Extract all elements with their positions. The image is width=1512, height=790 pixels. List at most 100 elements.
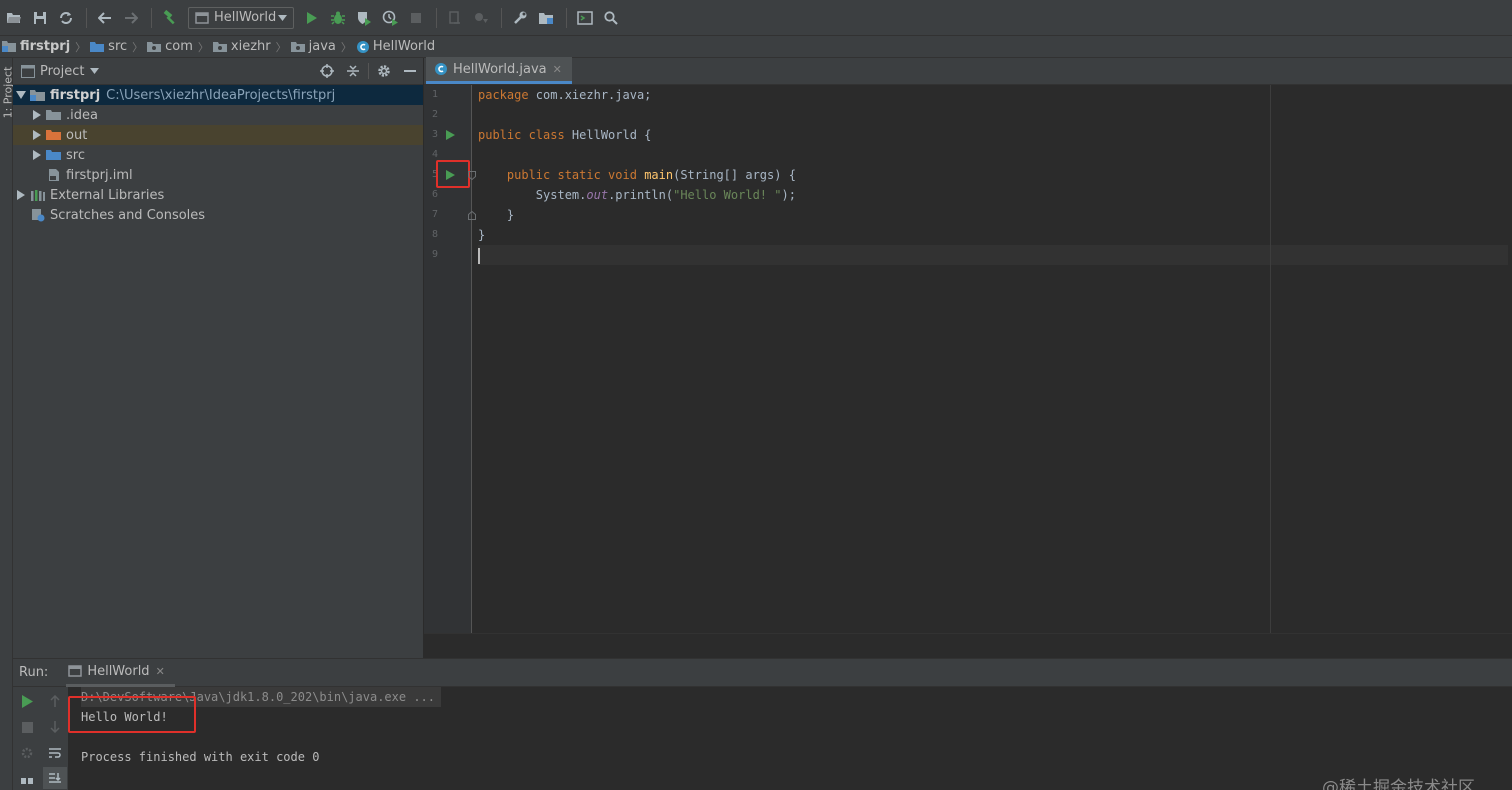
package-icon xyxy=(212,41,227,52)
restore-layout-icon[interactable] xyxy=(17,743,37,763)
scratches-icon xyxy=(29,208,47,222)
package-icon xyxy=(290,41,305,52)
chevron-down-icon[interactable] xyxy=(90,68,100,74)
editor-tabs: HellWorld.java ✕ xyxy=(424,57,1512,85)
back-icon[interactable] xyxy=(93,6,117,30)
folder-icon xyxy=(45,109,63,121)
tree-item-label: .idea xyxy=(66,107,98,123)
breadcrumb-separator: 〉 xyxy=(75,40,87,54)
soft-wrap-icon[interactable] xyxy=(45,743,65,763)
run-icon[interactable] xyxy=(300,6,324,30)
code-editor[interactable]: 1 2 3 4 5 6 7 8 9 package com.xiezhr.jav… xyxy=(424,85,1512,633)
breadcrumb-item-com[interactable]: com 〉 xyxy=(147,39,209,55)
project-structure-icon[interactable] xyxy=(534,6,558,30)
line-number: 9 xyxy=(431,249,438,260)
tab-label: HellWorld.java xyxy=(453,61,547,77)
tree-item-out[interactable]: out xyxy=(13,125,423,145)
class-icon xyxy=(435,63,447,75)
toolbar-separator xyxy=(151,7,152,28)
tree-item-scratches[interactable]: Scratches and Consoles xyxy=(13,205,423,225)
breadcrumb-item-hellworld[interactable]: HellWorld xyxy=(356,39,435,54)
collapse-all-button[interactable] xyxy=(340,64,366,78)
hide-panel-button[interactable] xyxy=(397,69,423,73)
collapsed-arrow-icon[interactable] xyxy=(29,110,45,120)
tree-item-label: firstprj xyxy=(50,87,101,103)
code-line: public class HellWorld { xyxy=(478,128,652,142)
output-highlight xyxy=(68,696,196,733)
settings-icon[interactable] xyxy=(508,6,532,30)
breadcrumb-item-src[interactable]: src 〉 xyxy=(90,39,143,55)
run-console[interactable]: D:\DevSoftware\Java\jdk1.8.0_202\bin\jav… xyxy=(81,687,1501,790)
expanded-arrow-icon[interactable] xyxy=(13,91,29,99)
run-tab-label: HellWorld xyxy=(87,663,150,679)
save-icon[interactable] xyxy=(28,6,52,30)
console-output-line: Hello World! xyxy=(81,710,168,724)
run-class-gutter-icon[interactable] xyxy=(444,125,456,145)
tree-item-src[interactable]: src xyxy=(13,145,423,165)
run-gutter-highlight xyxy=(436,160,470,188)
tree-item-firstprj[interactable]: firstprj C:\Users\xiezhr\IdeaProjects\fi… xyxy=(13,85,423,105)
left-tool-strip: 1: Project xyxy=(0,58,14,790)
toolbar-separator xyxy=(566,7,567,28)
stop-icon[interactable] xyxy=(17,717,37,737)
excluded-folder-icon xyxy=(45,129,63,141)
project-panel-title[interactable]: Project xyxy=(40,64,84,79)
breadcrumb-label: src xyxy=(108,39,128,54)
search-icon[interactable] xyxy=(599,6,623,30)
tab-hellworld-java[interactable]: HellWorld.java ✕ xyxy=(426,57,572,84)
run-panel: Run: HellWorld ✕ D:\DevSoftware\Java\jdk… xyxy=(13,658,1512,790)
tree-item-firstprj-iml[interactable]: firstprj.iml xyxy=(13,165,423,185)
breadcrumb-label: xiezhr xyxy=(230,39,271,54)
project-folder-icon xyxy=(29,89,47,102)
crosshair-icon xyxy=(320,64,334,78)
collapsed-arrow-icon[interactable] xyxy=(13,190,29,200)
run-configuration-select[interactable]: HellWorld xyxy=(188,6,294,29)
run-tab-hellworld[interactable]: HellWorld ✕ xyxy=(66,659,175,687)
vcs-icon[interactable] xyxy=(443,6,467,30)
close-icon[interactable]: ✕ xyxy=(553,63,562,76)
tree-item-idea[interactable]: .idea xyxy=(13,105,423,125)
breadcrumb-separator: 〉 xyxy=(275,40,287,54)
breadcrumb-item-xiezhr[interactable]: xiezhr 〉 xyxy=(212,39,287,55)
breadcrumb-item-java[interactable]: java 〉 xyxy=(290,39,352,55)
stop-icon[interactable] xyxy=(404,6,428,30)
header-separator xyxy=(368,63,369,79)
fold-icon[interactable] xyxy=(468,165,476,185)
locate-file-button[interactable] xyxy=(314,64,340,78)
sync-icon[interactable] xyxy=(54,6,78,30)
terminal-icon[interactable] xyxy=(573,6,597,30)
code-content[interactable]: package com.xiezhr.java; public class He… xyxy=(478,85,1508,265)
open-icon[interactable] xyxy=(2,6,26,30)
file-icon xyxy=(45,168,63,182)
scroll-down-icon[interactable] xyxy=(45,717,65,737)
breadcrumb-item-firstprj[interactable]: firstprj 〉 xyxy=(2,39,86,55)
build-icon[interactable] xyxy=(158,6,182,30)
scroll-to-end-icon[interactable] xyxy=(43,767,67,789)
main-toolbar: HellWorld xyxy=(0,0,1512,36)
tree-item-external-libraries[interactable]: External Libraries xyxy=(13,185,423,205)
breadcrumb-label: java xyxy=(308,39,336,54)
library-icon xyxy=(29,189,47,202)
forward-icon[interactable] xyxy=(119,6,143,30)
coverage-icon[interactable] xyxy=(352,6,376,30)
panel-settings-button[interactable] xyxy=(371,64,397,78)
code-line-current xyxy=(478,245,1508,265)
scroll-up-icon[interactable] xyxy=(45,691,65,711)
rerun-icon[interactable] xyxy=(17,691,37,711)
profile-icon[interactable] xyxy=(378,6,402,30)
tree-item-label: out xyxy=(66,127,88,143)
debug-icon[interactable] xyxy=(326,6,350,30)
project-tool-tab[interactable]: 1: Project xyxy=(0,64,14,124)
vcs-update-icon[interactable] xyxy=(469,6,493,30)
layout-icon[interactable] xyxy=(17,769,37,789)
breadcrumb-label: firstprj xyxy=(20,39,71,54)
collapsed-arrow-icon[interactable] xyxy=(29,130,45,140)
source-folder-icon xyxy=(45,149,63,161)
collapsed-arrow-icon[interactable] xyxy=(29,150,45,160)
toolbar-separator xyxy=(86,7,87,28)
editor-area: HellWorld.java ✕ 1 2 3 4 5 6 7 8 9 packa… xyxy=(424,57,1512,658)
fold-icon[interactable] xyxy=(468,205,476,225)
close-icon[interactable]: ✕ xyxy=(156,665,165,678)
code-line: } xyxy=(478,208,515,222)
